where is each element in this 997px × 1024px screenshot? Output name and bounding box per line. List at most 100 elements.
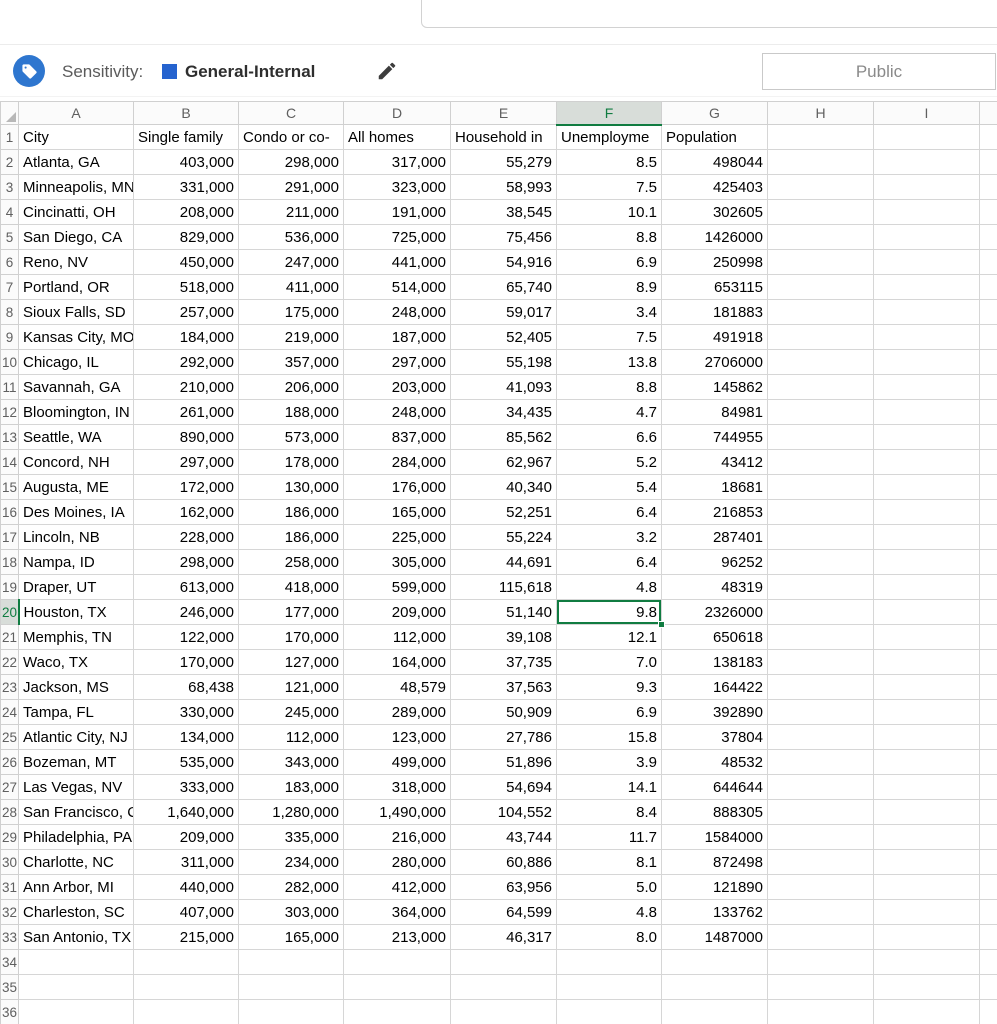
cell-H5[interactable]	[767, 224, 874, 250]
cell-G30[interactable]: 872498	[661, 849, 768, 875]
row-header-36[interactable]: 36	[0, 999, 19, 1024]
cell-A8[interactable]: Sioux Falls, SD	[18, 299, 134, 325]
cell-F23[interactable]: 9.3	[556, 674, 662, 700]
cell-A34[interactable]	[18, 949, 134, 975]
cell-G4[interactable]: 302605	[661, 199, 768, 225]
cell-B5[interactable]: 829,000	[133, 224, 239, 250]
row-header-17[interactable]: 17	[0, 524, 19, 550]
row-header-1[interactable]: 1	[0, 124, 19, 150]
cell-H4[interactable]	[767, 199, 874, 225]
cell-F7[interactable]: 8.9	[556, 274, 662, 300]
cell-F5[interactable]: 8.8	[556, 224, 662, 250]
cell-F29[interactable]: 11.7	[556, 824, 662, 850]
cell-F26[interactable]: 3.9	[556, 749, 662, 775]
cell-C4[interactable]: 211,000	[238, 199, 344, 225]
row-header-31[interactable]: 31	[0, 874, 19, 900]
cell-B12[interactable]: 261,000	[133, 399, 239, 425]
cell-A15[interactable]: Augusta, ME	[18, 474, 134, 500]
cell-A31[interactable]: Ann Arbor, MI	[18, 874, 134, 900]
cell-I4[interactable]	[873, 199, 980, 225]
cell-I17[interactable]	[873, 524, 980, 550]
cell-G9[interactable]: 491918	[661, 324, 768, 350]
cell-D2[interactable]: 317,000	[343, 149, 451, 175]
cell-E25[interactable]: 27,786	[450, 724, 557, 750]
cell-H13[interactable]	[767, 424, 874, 450]
col-header-H[interactable]: H	[767, 101, 874, 125]
cell-D23[interactable]: 48,579	[343, 674, 451, 700]
cell-B25[interactable]: 134,000	[133, 724, 239, 750]
cell-H23[interactable]	[767, 674, 874, 700]
cell-D16[interactable]: 165,000	[343, 499, 451, 525]
cell-B14[interactable]: 297,000	[133, 449, 239, 475]
cell-G32[interactable]: 133762	[661, 899, 768, 925]
cell-I9[interactable]	[873, 324, 980, 350]
cell-B27[interactable]: 333,000	[133, 774, 239, 800]
cell-E29[interactable]: 43,744	[450, 824, 557, 850]
row-header-10[interactable]: 10	[0, 349, 19, 375]
cell-C34[interactable]	[238, 949, 344, 975]
col-header-I[interactable]: I	[873, 101, 980, 125]
top-floating-box[interactable]	[421, 0, 997, 28]
cell-F4[interactable]: 10.1	[556, 199, 662, 225]
cell-H36[interactable]	[767, 999, 874, 1024]
fill-handle[interactable]	[658, 621, 665, 628]
cell-I11[interactable]	[873, 374, 980, 400]
cell-F35[interactable]	[556, 974, 662, 1000]
cell-I8[interactable]	[873, 299, 980, 325]
cell-C6[interactable]: 247,000	[238, 249, 344, 275]
cell-E24[interactable]: 50,909	[450, 699, 557, 725]
cell-C17[interactable]: 186,000	[238, 524, 344, 550]
cell-D33[interactable]: 213,000	[343, 924, 451, 950]
col-header-C[interactable]: C	[238, 101, 344, 125]
cell-B24[interactable]: 330,000	[133, 699, 239, 725]
row-header-8[interactable]: 8	[0, 299, 19, 325]
cell-G11[interactable]: 145862	[661, 374, 768, 400]
cell-C15[interactable]: 130,000	[238, 474, 344, 500]
cell-C26[interactable]: 343,000	[238, 749, 344, 775]
col-header-G[interactable]: G	[661, 101, 768, 125]
cell-A13[interactable]: Seattle, WA	[18, 424, 134, 450]
cell-B33[interactable]: 215,000	[133, 924, 239, 950]
cell-F2[interactable]: 8.5	[556, 149, 662, 175]
cell-C23[interactable]: 121,000	[238, 674, 344, 700]
cell-B21[interactable]: 122,000	[133, 624, 239, 650]
cell-A23[interactable]: Jackson, MS	[18, 674, 134, 700]
cell-A17[interactable]: Lincoln, NB	[18, 524, 134, 550]
cell-H1[interactable]	[767, 124, 874, 150]
row-header-4[interactable]: 4	[0, 199, 19, 225]
cell-B1[interactable]: Single family	[133, 124, 239, 150]
cell-E1[interactable]: Household in	[450, 124, 557, 150]
cell-E32[interactable]: 64,599	[450, 899, 557, 925]
cell-E36[interactable]	[450, 999, 557, 1024]
row-header-12[interactable]: 12	[0, 399, 19, 425]
cell-G14[interactable]: 43412	[661, 449, 768, 475]
cell-I26[interactable]	[873, 749, 980, 775]
cell-A19[interactable]: Draper, UT	[18, 574, 134, 600]
row-header-27[interactable]: 27	[0, 774, 19, 800]
cell-C18[interactable]: 258,000	[238, 549, 344, 575]
cell-C35[interactable]	[238, 974, 344, 1000]
cell-E26[interactable]: 51,896	[450, 749, 557, 775]
cell-I27[interactable]	[873, 774, 980, 800]
cell-D9[interactable]: 187,000	[343, 324, 451, 350]
row-header-3[interactable]: 3	[0, 174, 19, 200]
cell-G24[interactable]: 392890	[661, 699, 768, 725]
row-header-11[interactable]: 11	[0, 374, 19, 400]
cell-G6[interactable]: 250998	[661, 249, 768, 275]
cell-E2[interactable]: 55,279	[450, 149, 557, 175]
row-header-16[interactable]: 16	[0, 499, 19, 525]
cell-D22[interactable]: 164,000	[343, 649, 451, 675]
cell-D31[interactable]: 412,000	[343, 874, 451, 900]
cell-I22[interactable]	[873, 649, 980, 675]
cell-I10[interactable]	[873, 349, 980, 375]
cell-D8[interactable]: 248,000	[343, 299, 451, 325]
cell-B23[interactable]: 68,438	[133, 674, 239, 700]
cell-E9[interactable]: 52,405	[450, 324, 557, 350]
cell-H20[interactable]	[767, 599, 874, 625]
cell-H26[interactable]	[767, 749, 874, 775]
cell-I28[interactable]	[873, 799, 980, 825]
cell-G36[interactable]	[661, 999, 768, 1024]
cell-B26[interactable]: 535,000	[133, 749, 239, 775]
cell-A36[interactable]	[18, 999, 134, 1024]
cell-H25[interactable]	[767, 724, 874, 750]
